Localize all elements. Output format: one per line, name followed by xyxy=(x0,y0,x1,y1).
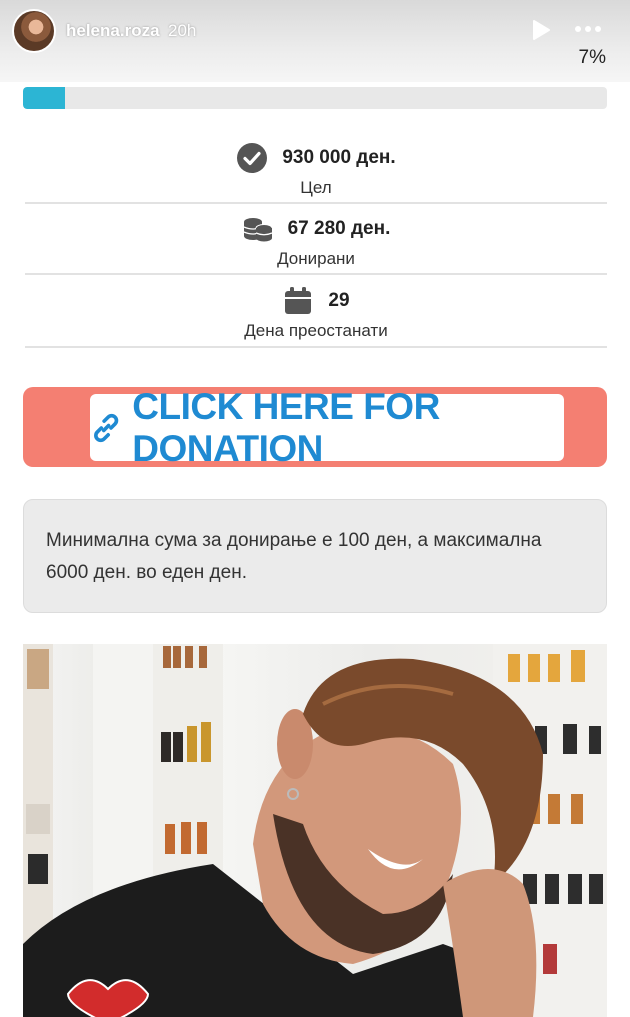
link-icon xyxy=(94,413,119,442)
more-icon[interactable] xyxy=(572,17,604,41)
play-icon[interactable] xyxy=(530,19,552,41)
divider xyxy=(25,346,607,348)
calendar-icon xyxy=(285,287,312,314)
stat-days-left: 29 Дена преостанати xyxy=(25,285,607,341)
funding-progress-bar xyxy=(23,87,607,109)
days-left-label: Дена преостанати xyxy=(244,321,388,340)
stat-goal: 930 000 ден. Цел xyxy=(25,142,607,198)
donation-button[interactable]: CLICK HERE FOR DONATION xyxy=(90,386,564,469)
stat-donated: 67 280 ден. Донирани xyxy=(25,213,607,269)
avatar[interactable] xyxy=(12,9,56,53)
username[interactable]: helena.roza xyxy=(66,21,160,41)
days-left-value: 29 xyxy=(328,290,350,311)
story-header: helena.roza 20h 7% xyxy=(0,0,630,82)
story-progress-text: 7% xyxy=(578,47,606,68)
goal-label: Цел xyxy=(300,178,332,197)
story-time: 20h xyxy=(168,21,197,40)
donated-label: Донирани xyxy=(277,249,355,268)
donation-button-label: CLICK HERE FOR DONATION xyxy=(132,385,440,469)
donation-limits-notice: Минимална сума за донирање е 100 ден, а … xyxy=(23,499,607,613)
goal-value: 930 000 ден. xyxy=(282,147,396,168)
divider xyxy=(25,202,607,204)
campaign-photo xyxy=(23,644,607,1017)
funding-progress-fill xyxy=(23,87,66,109)
coins-icon xyxy=(243,218,273,242)
divider xyxy=(25,273,607,275)
checkmark-icon xyxy=(237,143,268,173)
donated-value: 67 280 ден. xyxy=(287,218,391,239)
